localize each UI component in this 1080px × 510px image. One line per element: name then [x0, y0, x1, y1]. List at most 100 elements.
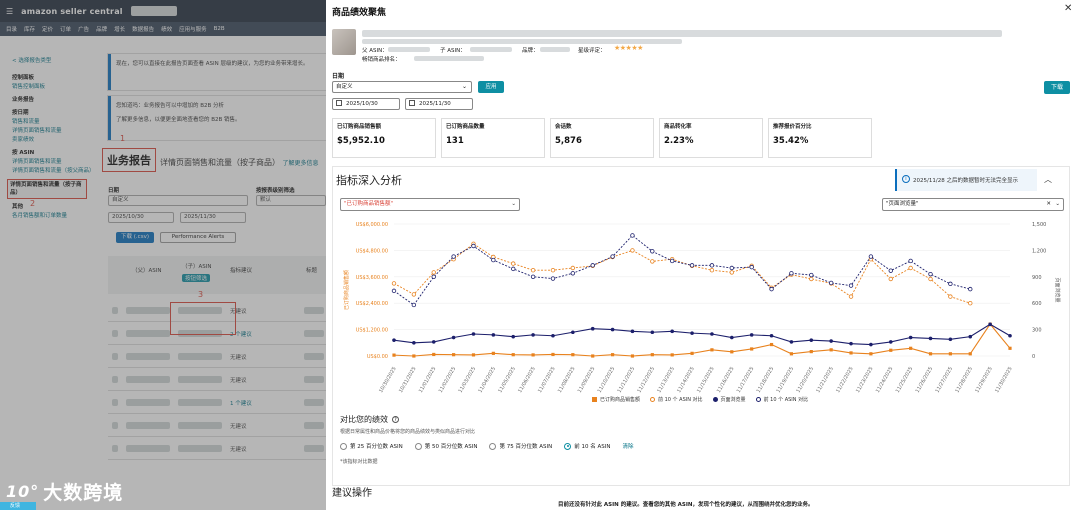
clear-icon[interactable]: ✕ [1046, 199, 1051, 210]
data-point[interactable] [769, 333, 774, 338]
data-point[interactable] [412, 354, 416, 358]
data-point[interactable] [571, 330, 575, 335]
data-point[interactable] [1008, 333, 1012, 338]
bg-date-to[interactable]: 2025/11/30 [180, 212, 246, 223]
data-point[interactable] [669, 258, 675, 264]
data-point[interactable] [968, 286, 973, 292]
row-checkbox[interactable] [112, 422, 118, 429]
radio-button[interactable] [340, 442, 347, 450]
sidebar-item[interactable]: 销售和流量 [12, 118, 100, 127]
table-row[interactable]: 无建议 [108, 415, 326, 437]
data-point[interactable] [729, 265, 735, 271]
csv-download-button[interactable]: 下载 (.csv) [116, 232, 154, 243]
data-point[interactable] [650, 249, 655, 254]
data-point[interactable] [750, 347, 754, 351]
col-title[interactable]: 标题 [306, 266, 317, 274]
data-point[interactable] [749, 264, 754, 270]
data-point[interactable] [570, 265, 576, 271]
data-point[interactable] [630, 329, 635, 334]
data-point[interactable] [551, 333, 555, 338]
data-point[interactable] [590, 263, 595, 268]
feedback-tag[interactable]: 反馈 [0, 502, 36, 510]
data-point[interactable] [630, 233, 635, 238]
data-point[interactable] [968, 300, 973, 306]
data-point[interactable] [709, 263, 715, 268]
data-point[interactable] [690, 351, 694, 355]
nav-item[interactable]: 库存 [24, 25, 35, 33]
data-point[interactable] [670, 353, 674, 357]
nav-item[interactable]: 绩效 [161, 25, 172, 33]
data-point[interactable] [570, 271, 576, 276]
data-point[interactable] [451, 254, 456, 259]
data-point[interactable] [471, 332, 476, 336]
col-child-asin[interactable]: （子）ASIN [182, 262, 212, 270]
data-point[interactable] [908, 265, 913, 271]
panel-date-from[interactable]: 2025/10/30 [332, 98, 400, 110]
child-asin-cell[interactable] [178, 376, 222, 383]
data-point[interactable] [511, 266, 516, 272]
data-point[interactable] [511, 261, 516, 266]
sidebar-item[interactable]: 详情页面销售和流量（按子商品） [7, 179, 87, 199]
table-row[interactable]: 无建议 [108, 346, 326, 368]
data-point[interactable] [848, 283, 854, 288]
parent-asin-cell[interactable] [126, 376, 170, 383]
sidebar-item[interactable]: 销售控制面板 [12, 83, 100, 92]
data-point[interactable] [948, 294, 953, 299]
nav-item[interactable]: 应用与服务 [179, 25, 207, 33]
data-point[interactable] [729, 270, 735, 275]
data-point[interactable] [968, 334, 973, 339]
performance-alerts-button[interactable]: Performance Alerts [160, 232, 236, 243]
data-point[interactable] [769, 286, 774, 292]
sidebar-item[interactable]: 各月销售额和订单数量 [12, 212, 100, 221]
data-point[interactable] [689, 263, 695, 268]
data-point[interactable] [550, 276, 556, 281]
data-point[interactable] [610, 353, 615, 357]
child-asin-cell[interactable] [178, 353, 222, 360]
parent-asin-cell[interactable] [126, 307, 170, 314]
nav-item[interactable]: 目录 [6, 25, 17, 33]
help-icon[interactable]: ? [392, 416, 399, 423]
learn-more-link[interactable]: 了解更多信息 [283, 160, 319, 167]
data-point[interactable] [571, 353, 575, 357]
data-point[interactable] [710, 348, 714, 352]
data-point[interactable] [491, 333, 496, 337]
radio-button[interactable] [414, 442, 422, 450]
data-point[interactable] [828, 280, 834, 286]
data-point[interactable] [491, 351, 495, 355]
menu-icon[interactable]: ☰ [6, 7, 13, 16]
data-point[interactable] [511, 353, 515, 357]
data-point[interactable] [511, 334, 516, 339]
parent-asin-cell[interactable] [126, 422, 170, 429]
data-point[interactable] [868, 254, 874, 259]
data-point[interactable] [809, 272, 814, 278]
back-link[interactable]: < 选择报告类型 [12, 56, 51, 64]
child-asin-cell[interactable] [178, 422, 222, 429]
panel-date-select[interactable]: 自定义 ⌄ [332, 81, 472, 93]
data-point[interactable] [869, 342, 873, 347]
data-point[interactable] [948, 352, 952, 356]
parent-asin-cell[interactable] [126, 445, 170, 452]
data-point[interactable] [928, 271, 933, 277]
data-point[interactable] [431, 340, 436, 344]
data-point[interactable] [531, 353, 535, 357]
data-point[interactable] [690, 331, 694, 335]
data-point[interactable] [908, 258, 913, 264]
compare-radio[interactable]: 第 75 百分位数 ASIN [489, 442, 552, 450]
data-point[interactable] [769, 342, 774, 347]
data-point[interactable] [888, 340, 893, 344]
data-point[interactable] [948, 337, 953, 342]
bg-date-from[interactable]: 2025/10/30 [108, 212, 174, 223]
data-point[interactable] [431, 274, 436, 279]
legend-item-sales[interactable]: 已订购商品销售额 [592, 396, 640, 403]
data-point[interactable] [650, 330, 655, 335]
data-point[interactable] [730, 335, 734, 340]
date-select[interactable]: 自定义 [108, 195, 248, 206]
display-select[interactable]: 默认 [256, 195, 326, 206]
compare-radio[interactable]: 第 50 百分位数 ASIN [414, 442, 477, 450]
data-point[interactable] [849, 351, 853, 355]
data-point[interactable] [451, 335, 456, 340]
data-point[interactable] [948, 281, 953, 287]
data-point[interactable] [591, 354, 595, 358]
data-point[interactable] [710, 332, 714, 336]
data-point[interactable] [968, 352, 972, 356]
